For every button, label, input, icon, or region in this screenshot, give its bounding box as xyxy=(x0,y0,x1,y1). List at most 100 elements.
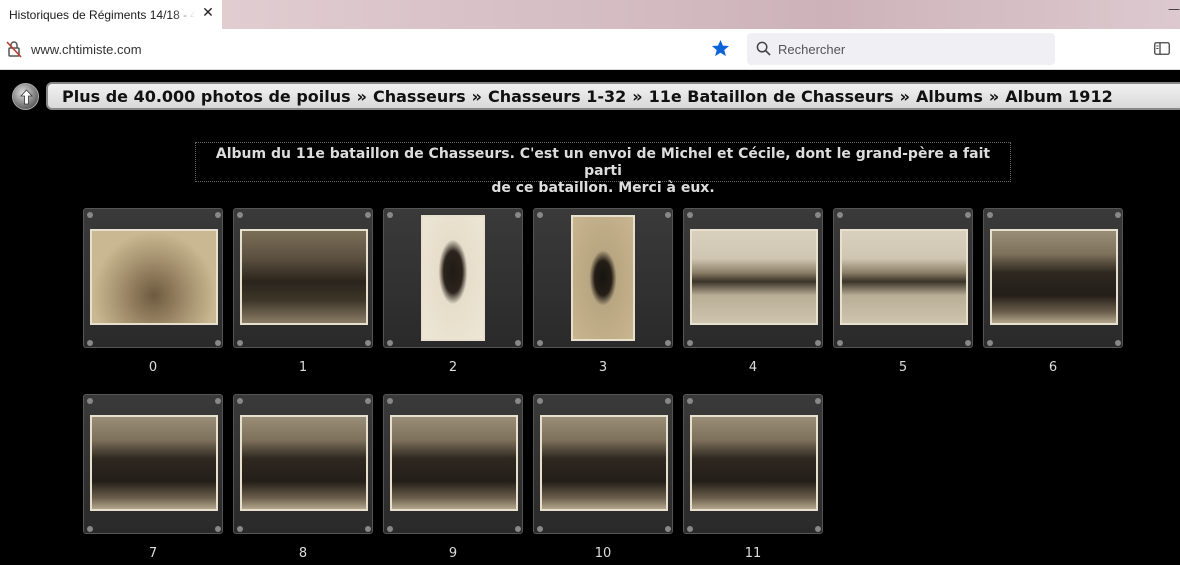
screw-decoration xyxy=(237,526,243,532)
thumbnail-caption[interactable]: 5 xyxy=(833,360,973,375)
thumbnail-caption[interactable]: 2 xyxy=(383,360,523,375)
breadcrumb-separator: » xyxy=(356,86,367,106)
thumbnail-image[interactable] xyxy=(240,415,368,511)
search-icon xyxy=(756,41,771,56)
screw-decoration xyxy=(537,212,543,218)
breadcrumb-separator: » xyxy=(632,86,643,106)
screw-decoration xyxy=(1115,212,1121,218)
screw-decoration xyxy=(215,340,221,346)
thumbnail-image[interactable] xyxy=(540,415,668,511)
thumbnail-caption[interactable]: 11 xyxy=(683,546,823,561)
search-input[interactable]: Rechercher xyxy=(747,33,1055,65)
thumbnail-caption[interactable]: 4 xyxy=(683,360,823,375)
minimize-icon[interactable]: — xyxy=(1168,2,1180,16)
tab-title: Historiques de Régiments 14/18 - 40 xyxy=(9,7,195,22)
screw-decoration xyxy=(515,340,521,346)
thumbnail-caption[interactable]: 0 xyxy=(83,360,223,375)
screw-decoration xyxy=(687,340,693,346)
bookmark-star-icon[interactable] xyxy=(711,39,730,58)
lock-icon[interactable] xyxy=(6,40,22,58)
thumbnail-image[interactable] xyxy=(571,215,635,341)
thumbnail[interactable] xyxy=(983,208,1123,348)
photo-scene xyxy=(423,217,483,339)
thumbnail[interactable] xyxy=(533,208,673,348)
screw-decoration xyxy=(365,526,371,532)
thumbnail-image[interactable] xyxy=(690,229,818,325)
tab-bar: Historiques de Régiments 14/18 - 40 ✕ — xyxy=(0,0,1180,29)
album-description-line-2: de ce bataillon. Merci à eux. xyxy=(491,180,715,196)
thumbnail-caption[interactable]: 10 xyxy=(533,546,673,561)
home-button[interactable] xyxy=(12,83,39,110)
sidebar-toggle-icon[interactable] xyxy=(1154,42,1170,55)
screw-decoration xyxy=(665,212,671,218)
album-description-line-1: Album du 11e bataillon de Chasseurs. C'e… xyxy=(215,146,991,179)
screw-decoration xyxy=(837,340,843,346)
thumbnail-image[interactable] xyxy=(840,229,968,325)
thumbnail[interactable] xyxy=(83,208,223,348)
thumbnail[interactable] xyxy=(233,394,373,534)
thumbnail[interactable] xyxy=(83,394,223,534)
breadcrumb-item-albums[interactable]: Albums xyxy=(916,87,983,106)
screw-decoration xyxy=(537,340,543,346)
navigation-bar: www.chtimiste.com Rechercher xyxy=(0,29,1180,70)
screw-decoration xyxy=(387,398,393,404)
breadcrumb-item-11e-bataillon[interactable]: 11e Bataillon de Chasseurs xyxy=(649,87,894,106)
screw-decoration xyxy=(87,526,93,532)
photo-scene xyxy=(992,231,1116,323)
screw-decoration xyxy=(387,526,393,532)
thumbnail[interactable] xyxy=(683,208,823,348)
thumbnail-caption[interactable]: 7 xyxy=(83,546,223,561)
thumbnail-caption[interactable]: 8 xyxy=(233,546,373,561)
photo-scene xyxy=(692,231,816,323)
thumbnail-image[interactable] xyxy=(690,415,818,511)
address-bar[interactable]: www.chtimiste.com xyxy=(31,42,142,57)
breadcrumb-item-chasseurs-1-32[interactable]: Chasseurs 1-32 xyxy=(488,87,626,106)
breadcrumb-item-chasseurs[interactable]: Chasseurs xyxy=(373,87,466,106)
thumbnail-caption[interactable]: 1 xyxy=(233,360,373,375)
thumbnail[interactable] xyxy=(683,394,823,534)
thumbnail-image[interactable] xyxy=(90,415,218,511)
screw-decoration xyxy=(815,212,821,218)
breadcrumb-separator: » xyxy=(988,86,1000,106)
up-arrow-icon xyxy=(20,89,33,105)
thumbnail[interactable] xyxy=(383,208,523,348)
screw-decoration xyxy=(515,398,521,404)
album-description: Album du 11e bataillon de Chasseurs. C'e… xyxy=(195,142,1011,196)
photo-scene xyxy=(542,417,666,509)
thumbnail-caption[interactable]: 3 xyxy=(533,360,673,375)
screw-decoration xyxy=(987,212,993,218)
thumbnail-caption[interactable]: 9 xyxy=(383,546,523,561)
screw-decoration xyxy=(87,212,93,218)
thumbnail[interactable] xyxy=(833,208,973,348)
browser-tab[interactable]: Historiques de Régiments 14/18 - 40 ✕ xyxy=(0,0,222,29)
breadcrumb-separator: » xyxy=(899,86,910,106)
screw-decoration xyxy=(365,212,371,218)
thumbnail-image[interactable] xyxy=(240,229,368,325)
screw-decoration xyxy=(515,526,521,532)
screw-decoration xyxy=(365,398,371,404)
screw-decoration xyxy=(687,212,693,218)
thumbnail-image[interactable] xyxy=(421,215,485,341)
thumbnail-image[interactable] xyxy=(990,229,1118,325)
thumbnail-image[interactable] xyxy=(390,415,518,511)
screw-decoration xyxy=(687,526,693,532)
thumbnail-image[interactable] xyxy=(90,229,218,325)
close-tab-icon[interactable]: ✕ xyxy=(201,5,215,21)
screw-decoration xyxy=(837,212,843,218)
photo-scene xyxy=(92,231,216,323)
thumbnail-caption[interactable]: 6 xyxy=(983,360,1123,375)
breadcrumb-item-album-1912: Album 1912 xyxy=(1005,86,1113,106)
screw-decoration xyxy=(387,340,393,346)
screw-decoration xyxy=(237,212,243,218)
thumbnail[interactable] xyxy=(533,394,673,534)
photo-scene xyxy=(242,417,366,509)
breadcrumb-separator: » xyxy=(471,86,482,106)
screw-decoration xyxy=(815,526,821,532)
breadcrumb-item-home[interactable]: Plus de 40.000 photos de poilus xyxy=(62,87,351,106)
photo-scene xyxy=(573,217,633,339)
screw-decoration xyxy=(87,398,93,404)
screw-decoration xyxy=(815,340,821,346)
thumbnail[interactable] xyxy=(233,208,373,348)
screw-decoration xyxy=(965,212,971,218)
thumbnail[interactable] xyxy=(383,394,523,534)
